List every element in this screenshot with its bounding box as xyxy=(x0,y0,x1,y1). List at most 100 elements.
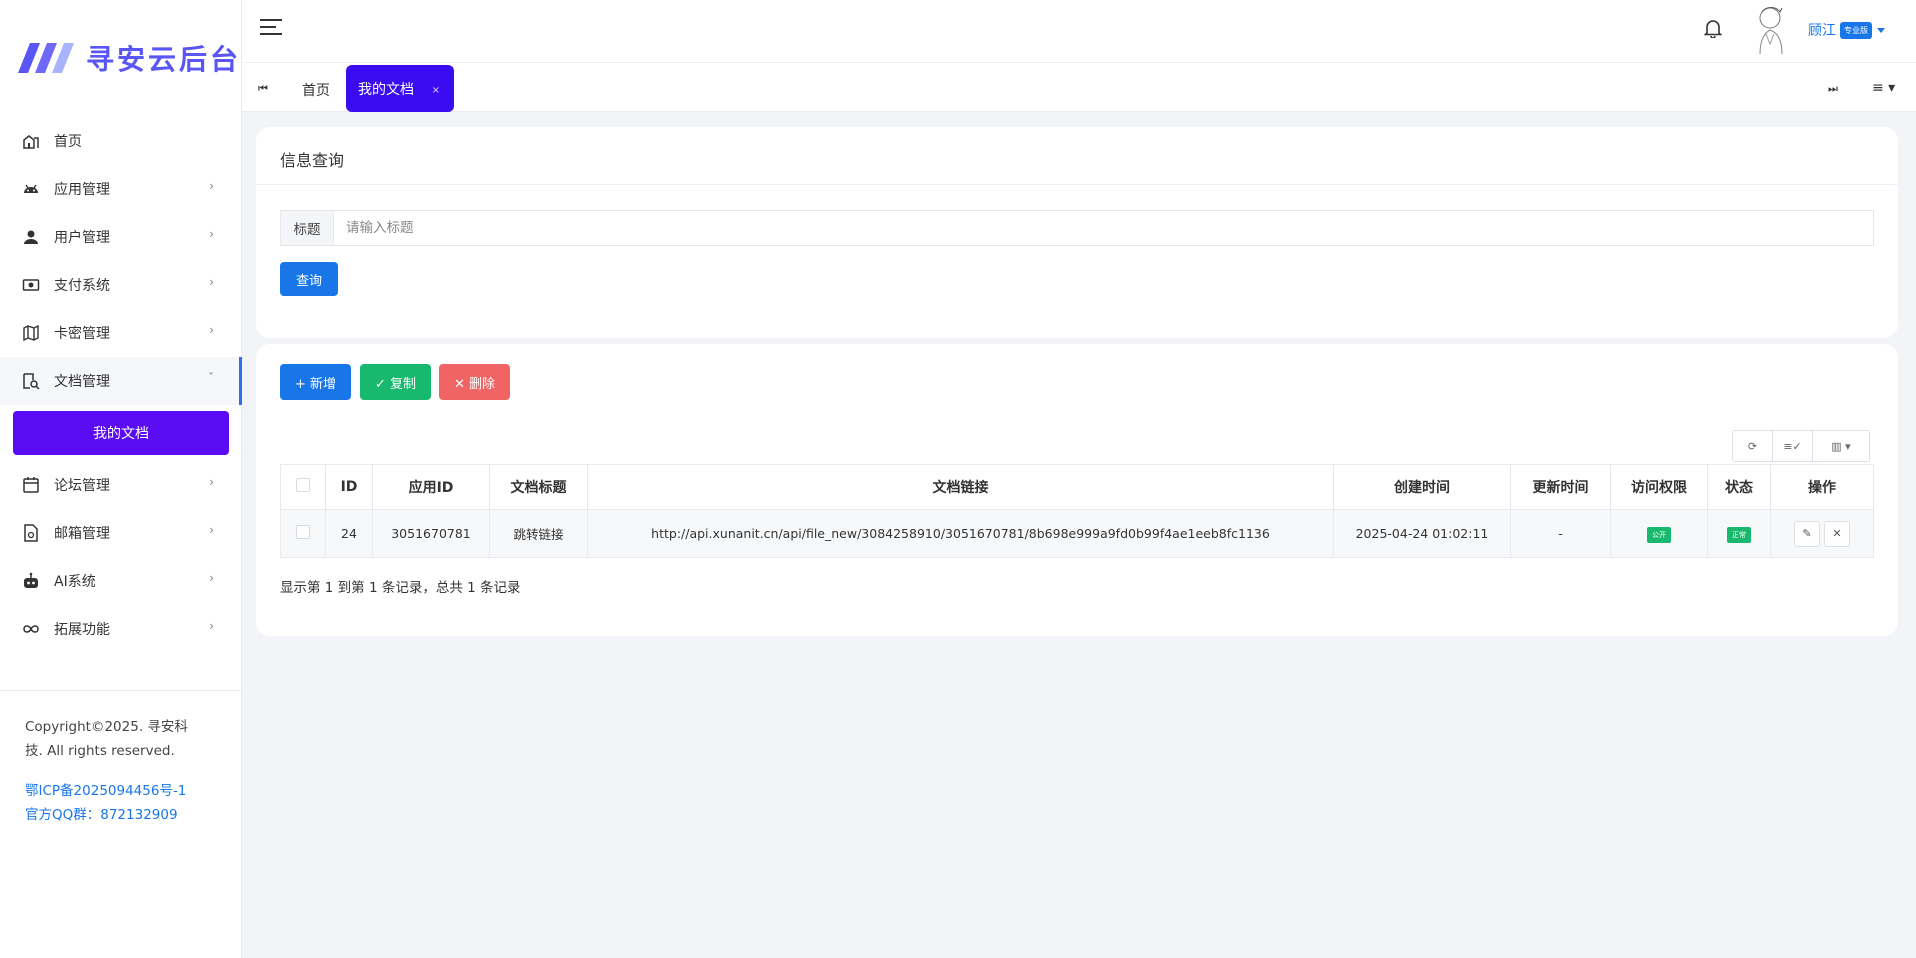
search-card-title: 信息查询 xyxy=(256,127,1898,185)
sidebar-item-forum[interactable]: 论坛管理 › xyxy=(0,461,242,509)
search-card: 信息查询 标题 查询 xyxy=(256,127,1898,338)
mail-doc-icon xyxy=(22,524,40,542)
chevron-right-icon: › xyxy=(209,619,214,633)
sidebar-item-label: 论坛管理 xyxy=(54,478,110,494)
col-header[interactable]: 文档链接 xyxy=(587,464,1334,510)
table-row[interactable]: 24 3051670781 跳转链接 http://api.xunanit.cn… xyxy=(280,509,1874,558)
title-search-input[interactable] xyxy=(334,211,1873,245)
sidebar-item-label: 首页 xyxy=(54,134,82,150)
cell-updated: - xyxy=(1510,509,1611,558)
cell-title: 跳转链接 xyxy=(489,509,588,558)
map-icon xyxy=(22,324,40,342)
qq-group-link[interactable]: 官方QQ群：872132909 xyxy=(25,803,218,827)
delete-button[interactable]: ✕ 删除 xyxy=(439,364,510,400)
chevron-right-icon: › xyxy=(209,523,214,537)
sidebar-item-label: 应用管理 xyxy=(54,182,110,198)
sidebar-item-label: 支付系统 xyxy=(54,278,110,294)
robot-icon xyxy=(22,572,40,590)
chevron-right-icon: › xyxy=(209,323,214,337)
sidebar: 寻安云后台 首页 应用管理 › 用户管理 › 支付系统 › 卡密管理 › 文档管… xyxy=(0,0,242,958)
caret-down-icon xyxy=(1877,27,1885,33)
title-field-label: 标题 xyxy=(281,211,334,245)
access-badge: 公开 xyxy=(1647,526,1671,543)
col-header[interactable]: 文档标题 xyxy=(489,464,588,510)
sidebar-item-cards[interactable]: 卡密管理 › xyxy=(0,309,242,357)
col-header[interactable]: 更新时间 xyxy=(1510,464,1611,510)
tab-options-icon[interactable]: ≡ ▾ xyxy=(1872,80,1895,96)
icp-link[interactable]: 鄂ICP备2025094456号-1 xyxy=(25,779,218,803)
sidebar-item-ai[interactable]: AI系统 › xyxy=(0,557,242,605)
refresh-icon[interactable]: ⟳ xyxy=(1733,431,1773,461)
chevron-right-icon: › xyxy=(209,179,214,193)
sidebar-item-label: 拓展功能 xyxy=(54,622,110,638)
user-menu[interactable]: 顾江 专业版 xyxy=(1808,20,1885,40)
chevron-right-icon: › xyxy=(209,475,214,489)
cell-actions: ✎ ✕ xyxy=(1770,509,1874,558)
sidebar-item-extensions[interactable]: 拓展功能 › xyxy=(0,605,242,653)
avatar[interactable] xyxy=(1752,4,1790,56)
infinity-icon xyxy=(22,620,40,638)
status-badge: 正常 xyxy=(1727,526,1751,543)
brand-logo[interactable]: 寻安云后台 xyxy=(16,40,241,76)
sidebar-item-home[interactable]: 首页 xyxy=(0,117,242,165)
tab-bar: ⏮ 首页 我的文档 × ⏭ ≡ ▾ xyxy=(242,62,1916,112)
select-all-cell xyxy=(280,464,326,510)
col-header[interactable]: 应用ID xyxy=(372,464,490,510)
sidebar-item-label: AI系统 xyxy=(54,574,96,590)
row-checkbox[interactable] xyxy=(296,525,310,539)
col-header: 操作 xyxy=(1770,464,1874,510)
menu-toggle-icon[interactable] xyxy=(260,19,282,37)
table-header-row: ID 应用ID 文档标题 文档链接 创建时间 更新时间 访问权限 状态 操作 xyxy=(280,464,1874,510)
col-header[interactable]: 状态 xyxy=(1707,464,1771,510)
sidebar-nav: 首页 应用管理 › 用户管理 › 支付系统 › 卡密管理 › 文档管理 ˇ 我的… xyxy=(0,117,242,653)
col-header[interactable]: ID xyxy=(325,464,373,510)
add-button[interactable]: + 新增 xyxy=(280,364,351,400)
copy-button[interactable]: ✓ 复制 xyxy=(360,364,431,400)
tab-my-docs[interactable]: 我的文档 × xyxy=(346,65,454,112)
tab-scroll-right-icon[interactable]: ⏭ xyxy=(1828,82,1838,96)
chevron-right-icon: › xyxy=(209,227,214,241)
sidebar-item-label: 用户管理 xyxy=(54,230,110,246)
sidebar-item-label: 卡密管理 xyxy=(54,326,110,342)
tab-label: 我的文档 xyxy=(358,81,414,98)
sidebar-item-apps[interactable]: 应用管理 › xyxy=(0,165,242,213)
pagination-summary: 显示第 1 到第 1 条记录，总共 1 条记录 xyxy=(280,580,521,596)
sidebar-item-mail[interactable]: 邮箱管理 › xyxy=(0,509,242,557)
columns-icon[interactable]: ▥ ▾ xyxy=(1813,431,1869,461)
sidebar-footer: Copyright©2025. 寻安科技. All rights reserve… xyxy=(0,690,242,827)
plan-badge: 专业版 xyxy=(1840,21,1872,39)
cell-access: 公开 xyxy=(1610,509,1708,558)
edit-icon[interactable]: ✎ xyxy=(1794,520,1820,547)
brand-name: 寻安云后台 xyxy=(86,43,242,76)
sidebar-item-docs[interactable]: 文档管理 ˇ xyxy=(0,357,242,405)
query-button[interactable]: 查询 xyxy=(280,262,338,296)
toggle-view-icon[interactable]: ≡✓ xyxy=(1773,431,1813,461)
close-icon[interactable]: × xyxy=(432,85,440,96)
col-header[interactable]: 创建时间 xyxy=(1333,464,1511,510)
user-name: 顾江 xyxy=(1808,23,1836,39)
tab-home[interactable]: 首页 xyxy=(302,80,330,100)
cell-created: 2025-04-24 01:02:11 xyxy=(1333,509,1511,558)
col-header[interactable]: 访问权限 xyxy=(1610,464,1708,510)
row-select-cell xyxy=(280,509,326,558)
bell-icon[interactable] xyxy=(1703,18,1723,42)
sidebar-item-label: 文档管理 xyxy=(54,374,110,390)
tab-scroll-left-icon[interactable]: ⏮ xyxy=(258,82,268,96)
top-header: 顾江 专业版 xyxy=(242,0,1916,62)
remove-icon[interactable]: ✕ xyxy=(1824,520,1850,547)
user-icon xyxy=(22,228,40,246)
android-icon xyxy=(22,180,40,198)
title-search-group: 标题 xyxy=(280,210,1874,246)
copyright-text: Copyright©2025. 寻安科技. All rights reserve… xyxy=(25,719,188,759)
chevron-right-icon: › xyxy=(209,275,214,289)
table-tools: ⟳ ≡✓ ▥ ▾ xyxy=(1732,430,1870,462)
sidebar-item-payment[interactable]: 支付系统 › xyxy=(0,261,242,309)
sidebar-subitem-my-docs[interactable]: 我的文档 xyxy=(13,411,229,455)
sidebar-item-users[interactable]: 用户管理 › xyxy=(0,213,242,261)
cell-id: 24 xyxy=(325,509,373,558)
chevron-right-icon: › xyxy=(209,571,214,585)
select-all-checkbox[interactable] xyxy=(296,478,310,492)
cell-status: 正常 xyxy=(1707,509,1771,558)
logo-icon xyxy=(18,43,74,73)
cell-link: http://api.xunanit.cn/api/file_new/30842… xyxy=(587,509,1334,558)
